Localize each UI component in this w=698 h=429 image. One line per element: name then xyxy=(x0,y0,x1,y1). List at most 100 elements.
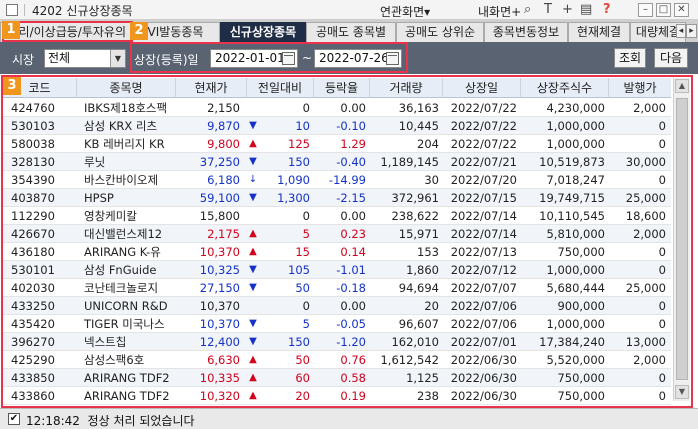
row-listed-shares: 750,000 xyxy=(557,389,605,403)
row-issue-price: 0 xyxy=(658,119,666,133)
marker-3: 3 xyxy=(3,77,21,95)
window-checkbox[interactable] xyxy=(6,4,18,16)
header-listed-shares[interactable]: 상장주식수 xyxy=(521,78,609,98)
chevron-down-icon[interactable]: ▼ xyxy=(110,50,125,67)
row-change: 105 xyxy=(288,263,310,277)
help-icon[interactable]: ? xyxy=(603,2,611,17)
row-issue-price: 0 xyxy=(658,317,666,331)
row-rate: 1.29 xyxy=(340,137,366,151)
table-row[interactable]: 426670 대신밸런스제12 2,175 ▲ 5 0.23 15,971 2022/07/1… xyxy=(3,225,671,243)
row-price: 12,400 xyxy=(199,335,240,349)
row-direction-icon xyxy=(247,297,259,315)
row-direction-icon: ▼ xyxy=(249,120,257,131)
tab-new-listings[interactable]: 신규상장종목 xyxy=(220,22,306,42)
row-code: 436180 xyxy=(11,245,55,259)
row-volume: 15,971 xyxy=(398,227,439,241)
row-name: 넥스트칩 xyxy=(84,335,127,349)
market-select[interactable]: 전체 ▼ xyxy=(44,49,126,68)
table-row[interactable]: 433860 ARIRANG TDF2 10,320 ▲ 20 0.19 238 2022/0… xyxy=(3,387,671,405)
next-button[interactable]: 다음 xyxy=(654,48,688,68)
query-button[interactable]: 조회 xyxy=(614,48,646,68)
tab-label: 대량체결 xyxy=(635,25,681,39)
tab-scroll-right-button[interactable]: ▸ xyxy=(686,24,697,38)
print-icon[interactable]: ▤ xyxy=(580,2,592,17)
table-row[interactable]: 580038 KB 레버리지 KR 9,800 ▲ 125 1.29 204 2022/07/… xyxy=(3,135,671,153)
row-rate: -2.15 xyxy=(336,191,366,205)
row-price: 10,320 xyxy=(199,389,240,403)
header-name[interactable]: 종목명 xyxy=(77,78,176,98)
table-row[interactable]: 403870 HPSP 59,100 ▼ 1,300 -2.15 372,961 2022/0… xyxy=(3,189,671,207)
table-row[interactable]: 396270 넥스트칩 12,400 ▼ 150 -1.20 162,010 2022/07/… xyxy=(3,333,671,351)
table-row[interactable]: 424760 IBKS제18호스팩 2,150 0 0.00 36,163 2022/07/… xyxy=(3,99,671,117)
row-name: 삼성 FnGuide xyxy=(84,263,157,277)
header-volume[interactable]: 거래량 xyxy=(370,78,443,98)
row-name: 삼성스팩6호 xyxy=(84,353,145,367)
tab-short-top[interactable]: 공매도 상위순 xyxy=(396,22,484,42)
row-code: 433850 xyxy=(11,371,55,385)
header-issue-price[interactable]: 발행가 xyxy=(609,78,671,98)
listing-date-label: 상장(등록)일 xyxy=(134,53,199,67)
vertical-scrollbar[interactable]: ▲ ▼ xyxy=(673,78,690,401)
search-icon[interactable]: ⌕ xyxy=(524,2,531,17)
row-change: 5 xyxy=(302,227,310,241)
row-price: 6,630 xyxy=(207,353,240,367)
tab-current-trades[interactable]: 현재체결 xyxy=(568,22,630,42)
tab-short-by-stock[interactable]: 공매도 종목별 xyxy=(306,22,396,42)
tab-stock-change-info[interactable]: 종목변동정보 xyxy=(484,22,568,42)
row-rate: -1.01 xyxy=(336,263,366,277)
header-rate[interactable]: 등락율 xyxy=(314,78,370,98)
row-volume: 96,607 xyxy=(398,317,439,331)
row-code: 402030 xyxy=(11,281,55,295)
end-date-input[interactable]: 2022-07-26 xyxy=(314,49,402,68)
row-listed-shares: 1,000,000 xyxy=(546,119,605,133)
date-range-separator: ~ xyxy=(302,51,313,65)
minimize-button[interactable]: – xyxy=(638,3,653,17)
table-row[interactable]: 402030 코난테크놀로지 27,150 ▼ 50 -0.18 94,694 2022/07… xyxy=(3,279,671,297)
row-direction-icon: ▼ xyxy=(249,336,257,347)
plus-icon[interactable]: + xyxy=(562,2,573,17)
table-row[interactable]: 435420 TIGER 미국나스 10,370 ▼ 5 -0.05 96,607 2022/… xyxy=(3,315,671,333)
row-listed-shares: 17,384,240 xyxy=(539,335,605,349)
row-listed-shares: 900,000 xyxy=(557,299,605,313)
row-name: ARIRANG TDF2 xyxy=(84,371,170,385)
table-row[interactable]: 530101 삼성 FnGuide 10,325 ▼ 105 -1.01 1,860 2022… xyxy=(3,261,671,279)
calendar-icon[interactable] xyxy=(282,52,295,65)
text-icon[interactable]: T xyxy=(544,2,552,17)
scroll-up-button[interactable]: ▲ xyxy=(675,79,689,93)
row-listed-shares: 10,519,873 xyxy=(539,155,605,169)
scroll-thumb[interactable] xyxy=(676,98,688,380)
title-divider xyxy=(24,4,25,16)
tab-scroll-left-button[interactable]: ◂ xyxy=(676,24,686,38)
row-price: 9,870 xyxy=(207,119,240,133)
scroll-down-button[interactable]: ▼ xyxy=(675,385,689,399)
header-listing-date[interactable]: 상장일 xyxy=(443,78,521,98)
row-volume: 238,622 xyxy=(391,209,439,223)
start-date-input[interactable]: 2022-01-01 xyxy=(210,49,298,68)
restore-button[interactable]: □ xyxy=(656,3,671,17)
row-rate: 0.58 xyxy=(340,371,366,385)
table-row[interactable]: 433250 UNICORN R&D 10,370 0 0.00 20 2022/07/06… xyxy=(3,297,671,315)
table-row[interactable]: 436180 ARIRANG K-유 10,370 ▲ 15 0.14 153 2022/07… xyxy=(3,243,671,261)
table-row[interactable]: 328130 루닛 37,250 ▼ 150 -0.40 1,189,145 2022/07/… xyxy=(3,153,671,171)
table-row[interactable]: 425290 삼성스팩6호 6,630 ▲ 50 0.76 1,612,542 2022/06… xyxy=(3,351,671,369)
row-listed-shares: 4,230,000 xyxy=(546,101,605,115)
close-button[interactable]: ✕ xyxy=(674,3,689,17)
row-volume: 1,189,145 xyxy=(380,155,439,169)
table-row[interactable]: 433850 ARIRANG TDF2 10,335 ▲ 60 0.58 1,125 2022… xyxy=(3,369,671,387)
row-issue-price: 2,000 xyxy=(633,101,666,115)
row-code: 426670 xyxy=(11,227,55,241)
row-issue-price: 0 xyxy=(658,389,666,403)
status-checkbox[interactable]: ✔ xyxy=(8,413,20,425)
table-row[interactable]: 112290 영창케미칼 15,800 0 0.00 238,622 2022/07/14 1… xyxy=(3,207,671,225)
table-row[interactable]: 354390 바스칸바이오제 6,180 ↓ 1,090 -14.99 30 2022/07/… xyxy=(3,171,671,189)
linked-screen-menu[interactable]: 연관화면▾ xyxy=(380,3,430,20)
row-direction-icon: ▲ xyxy=(249,390,257,401)
table-row[interactable]: 530103 삼성 KRX 리츠 9,870 ▼ 10 -0.10 10,445 2022/0… xyxy=(3,117,671,135)
header-change[interactable]: 전일대비 xyxy=(247,78,314,98)
my-screen-menu[interactable]: 내화면+ xyxy=(478,3,521,20)
row-name: 영창케미칼 xyxy=(84,209,137,223)
row-direction-icon: ▲ xyxy=(249,138,257,149)
header-price[interactable]: 현재가 xyxy=(176,78,247,98)
calendar-icon[interactable] xyxy=(386,52,399,65)
row-name: HPSP xyxy=(84,191,114,205)
